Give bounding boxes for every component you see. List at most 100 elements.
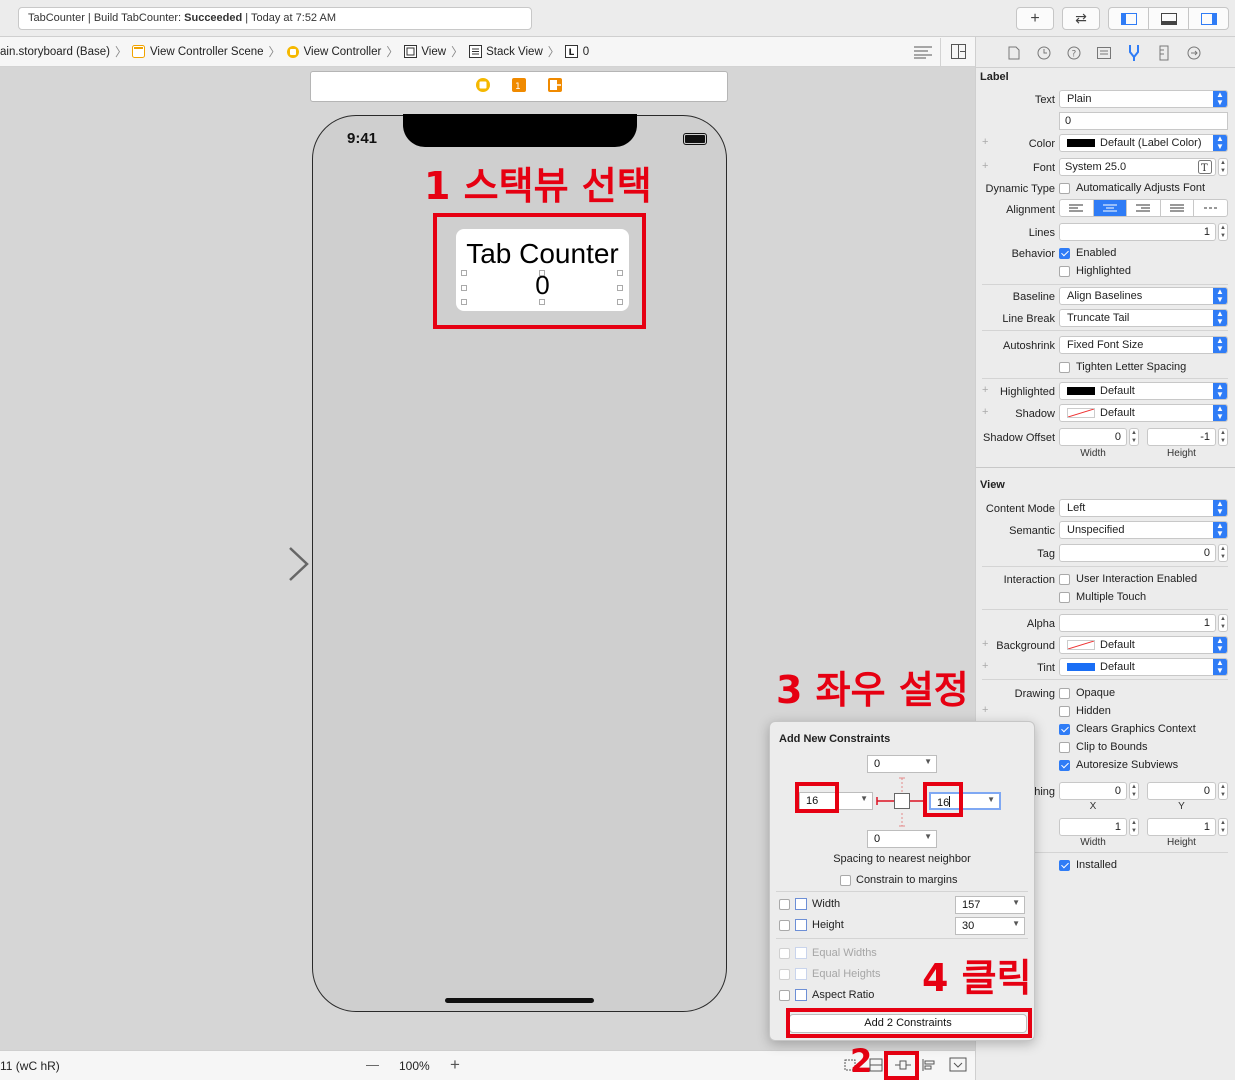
linebreak-popup[interactable]: Truncate Tail ▲ ▼ bbox=[1059, 309, 1228, 327]
shadow-offset-width-stepper[interactable]: ▲ ▼ bbox=[1129, 428, 1139, 446]
semantic-popup[interactable]: Unspecified ▲ ▼ bbox=[1059, 521, 1228, 539]
history-inspector-icon[interactable] bbox=[1034, 43, 1053, 62]
baseline-popup[interactable]: Align Baselines ▲ ▼ bbox=[1059, 287, 1228, 305]
stretch-width-field[interactable]: 1 bbox=[1059, 818, 1127, 836]
attributes-inspector-icon[interactable] bbox=[1124, 43, 1143, 62]
entry-point-arrow-icon[interactable] bbox=[210, 545, 312, 586]
clip-to-bounds-checkbox[interactable]: Clip to Bounds bbox=[1059, 741, 1148, 753]
alpha-field[interactable]: 1 bbox=[1059, 614, 1216, 632]
crumb-storyboard[interactable]: ain.storyboard (Base) 〉 bbox=[0, 43, 127, 60]
height-value-combo[interactable]: 30 ▼ bbox=[955, 917, 1025, 935]
shadow-offset-height-stepper[interactable]: ▲ ▼ bbox=[1218, 428, 1228, 446]
help-inspector-icon[interactable]: ? bbox=[1064, 43, 1083, 62]
first-responder-icon[interactable]: 1 bbox=[511, 77, 527, 96]
resize-handle[interactable] bbox=[461, 285, 467, 291]
exit-icon[interactable] bbox=[547, 77, 563, 96]
crumb-stack-view[interactable]: Stack View 〉 bbox=[468, 43, 560, 60]
crumb-scene[interactable]: View Controller Scene 〉 bbox=[132, 43, 281, 60]
tag-stepper[interactable]: ▲ ▼ bbox=[1218, 544, 1228, 562]
stretch-width-stepper[interactable]: ▲ ▼ bbox=[1129, 818, 1139, 836]
zoom-out-button[interactable]: — bbox=[366, 1057, 379, 1072]
height-constraint-checkbox[interactable]: Height bbox=[779, 919, 844, 931]
checkbox[interactable] bbox=[779, 898, 790, 910]
clears-graphics-checkbox[interactable]: Clears Graphics Context bbox=[1059, 723, 1196, 735]
constrain-margins-checkbox[interactable]: Constrain to margins bbox=[840, 874, 958, 886]
checkbox[interactable] bbox=[779, 989, 790, 1001]
checkbox[interactable] bbox=[840, 874, 851, 886]
code-review-button[interactable]: ⇄ bbox=[1062, 7, 1100, 30]
checkbox[interactable] bbox=[1059, 247, 1070, 259]
view-controller-icon[interactable] bbox=[475, 77, 491, 96]
zoom-in-button[interactable]: + bbox=[450, 1055, 460, 1075]
add-editor-icon[interactable] bbox=[951, 44, 966, 62]
toggle-debug-button[interactable] bbox=[1149, 8, 1189, 29]
stretch-height-field[interactable]: 1 bbox=[1147, 818, 1216, 836]
file-inspector-icon[interactable] bbox=[1004, 43, 1023, 62]
aspect-ratio-checkbox[interactable]: Aspect Ratio bbox=[779, 989, 874, 1001]
resize-handle[interactable] bbox=[539, 299, 545, 305]
stretch-x-field[interactable]: 0 bbox=[1059, 782, 1127, 800]
toggle-navigator-button[interactable] bbox=[1109, 8, 1149, 29]
crumb-view-controller[interactable]: View Controller 〉 bbox=[286, 43, 398, 60]
user-interaction-checkbox[interactable]: User Interaction Enabled bbox=[1059, 573, 1197, 585]
resize-handle[interactable] bbox=[461, 299, 467, 305]
opaque-checkbox[interactable]: Opaque bbox=[1059, 687, 1115, 699]
align-left-icon[interactable] bbox=[1060, 200, 1094, 216]
editor-options-icon[interactable] bbox=[914, 45, 932, 62]
font-picker-icon[interactable]: T bbox=[1198, 160, 1212, 177]
tint-color-popup[interactable]: Default ▲ ▼ bbox=[1059, 658, 1228, 676]
resize-handle[interactable] bbox=[617, 285, 623, 291]
checkbox[interactable] bbox=[1059, 759, 1070, 771]
top-spacing-combo[interactable]: 0 ▼ bbox=[867, 755, 937, 773]
lines-stepper[interactable]: ▲ ▼ bbox=[1218, 223, 1228, 241]
checkbox[interactable] bbox=[779, 919, 790, 931]
toggle-inspector-button[interactable] bbox=[1189, 8, 1228, 29]
tab-counter-label[interactable]: Tab Counter bbox=[456, 238, 629, 270]
crumb-view[interactable]: View 〉 bbox=[403, 43, 463, 60]
background-color-popup[interactable]: Default ▲ ▼ bbox=[1059, 636, 1228, 654]
align-right-icon[interactable] bbox=[1127, 200, 1161, 216]
checkbox[interactable] bbox=[1059, 687, 1070, 699]
checkbox[interactable] bbox=[1059, 573, 1070, 585]
width-constraint-checkbox[interactable]: Width bbox=[779, 898, 840, 910]
stretch-y-stepper[interactable]: ▲ ▼ bbox=[1218, 782, 1228, 800]
stretch-y-field[interactable]: 0 bbox=[1147, 782, 1216, 800]
checkbox[interactable] bbox=[1059, 741, 1070, 753]
autoshrink-popup[interactable]: Fixed Font Size ▲ ▼ bbox=[1059, 336, 1228, 354]
resize-handle[interactable] bbox=[461, 270, 467, 276]
bottom-spacing-combo[interactable]: 0 ▼ bbox=[867, 830, 937, 848]
stretch-height-stepper[interactable]: ▲ ▼ bbox=[1218, 818, 1228, 836]
resize-handle[interactable] bbox=[617, 299, 623, 305]
multiple-touch-checkbox[interactable]: Multiple Touch bbox=[1059, 591, 1146, 603]
text-color-popup[interactable]: Default (Label Color) ▲ ▼ bbox=[1059, 134, 1228, 152]
font-field[interactable]: System 25.0 bbox=[1059, 158, 1216, 176]
content-mode-popup[interactable]: Left ▲ ▼ bbox=[1059, 499, 1228, 517]
checkbox[interactable] bbox=[1059, 361, 1070, 373]
resize-handle[interactable] bbox=[539, 270, 545, 276]
hidden-checkbox[interactable]: Hidden bbox=[1059, 705, 1111, 717]
connections-inspector-icon[interactable] bbox=[1184, 43, 1203, 62]
installed-checkbox[interactable]: Installed bbox=[1059, 859, 1117, 871]
tag-field[interactable]: 0 bbox=[1059, 544, 1216, 562]
resolve-issues-icon[interactable] bbox=[949, 1057, 967, 1075]
identity-inspector-icon[interactable] bbox=[1094, 43, 1113, 62]
shadow-offset-height-field[interactable]: -1 bbox=[1147, 428, 1216, 446]
autoresize-subviews-checkbox[interactable]: Autoresize Subviews bbox=[1059, 759, 1178, 771]
font-size-stepper[interactable]: ▲ ▼ bbox=[1218, 158, 1228, 176]
alpha-stepper[interactable]: ▲ ▼ bbox=[1218, 614, 1228, 632]
align-natural-icon[interactable] bbox=[1194, 200, 1227, 216]
checkbox[interactable] bbox=[1059, 723, 1070, 735]
width-value-combo[interactable]: 157 ▼ bbox=[955, 896, 1025, 914]
lines-field[interactable]: 1 bbox=[1059, 223, 1216, 241]
shadow-offset-width-field[interactable]: 0 bbox=[1059, 428, 1127, 446]
device-config-button[interactable]: 11 (wC hR) bbox=[0, 1059, 60, 1073]
checkbox[interactable] bbox=[1059, 182, 1070, 194]
tighten-spacing-checkbox[interactable]: Tighten Letter Spacing bbox=[1059, 361, 1186, 373]
enabled-checkbox[interactable]: Enabled bbox=[1059, 247, 1116, 259]
add-variation-icon[interactable]: + bbox=[982, 704, 988, 716]
checkbox[interactable] bbox=[1059, 859, 1070, 871]
align-justify-icon[interactable] bbox=[1161, 200, 1195, 216]
size-inspector-icon[interactable] bbox=[1154, 43, 1173, 62]
text-content-field[interactable]: 0 bbox=[1059, 112, 1228, 130]
crumb-label-item[interactable]: L0 bbox=[565, 45, 589, 59]
